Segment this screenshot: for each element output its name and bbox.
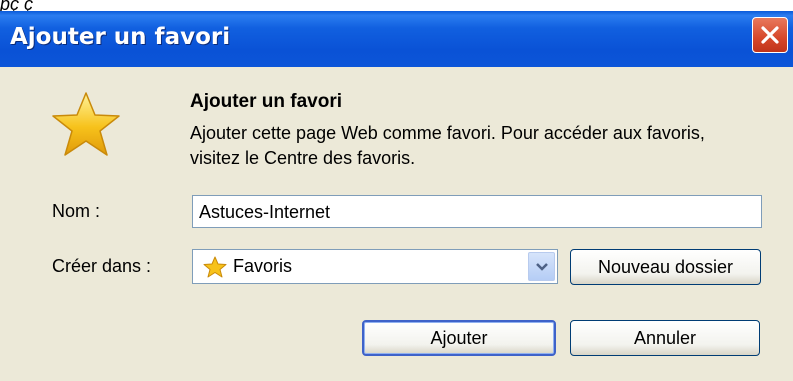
new-folder-button[interactable]: Nouveau dossier xyxy=(570,249,761,285)
dialog-heading: Ajouter un favori xyxy=(190,91,343,112)
chevron-down-icon xyxy=(536,263,548,271)
create-in-dropdown[interactable]: Favoris xyxy=(192,249,558,284)
dialog-description: Ajouter cette page Web comme favori. Pou… xyxy=(190,123,705,168)
close-button[interactable] xyxy=(752,17,788,53)
create-in-label: Créer dans : xyxy=(52,256,152,276)
dropdown-arrow-button[interactable] xyxy=(528,252,555,281)
favorite-star-icon xyxy=(52,92,120,156)
folder-star-icon xyxy=(203,256,227,278)
cancel-button[interactable]: Annuler xyxy=(570,320,760,356)
close-icon xyxy=(761,26,779,44)
window-title: Ajouter un favori xyxy=(10,24,231,50)
title-bar[interactable]: Ajouter un favori xyxy=(0,11,793,67)
create-in-selected-value: Favoris xyxy=(233,256,293,276)
name-input[interactable]: Astuces-Internet xyxy=(192,195,762,228)
add-button[interactable]: Ajouter xyxy=(362,320,556,356)
name-label: Nom : xyxy=(52,201,101,221)
add-favorite-dialog: Ajouter un favori Ajouter un favori Ajou… xyxy=(0,11,793,381)
